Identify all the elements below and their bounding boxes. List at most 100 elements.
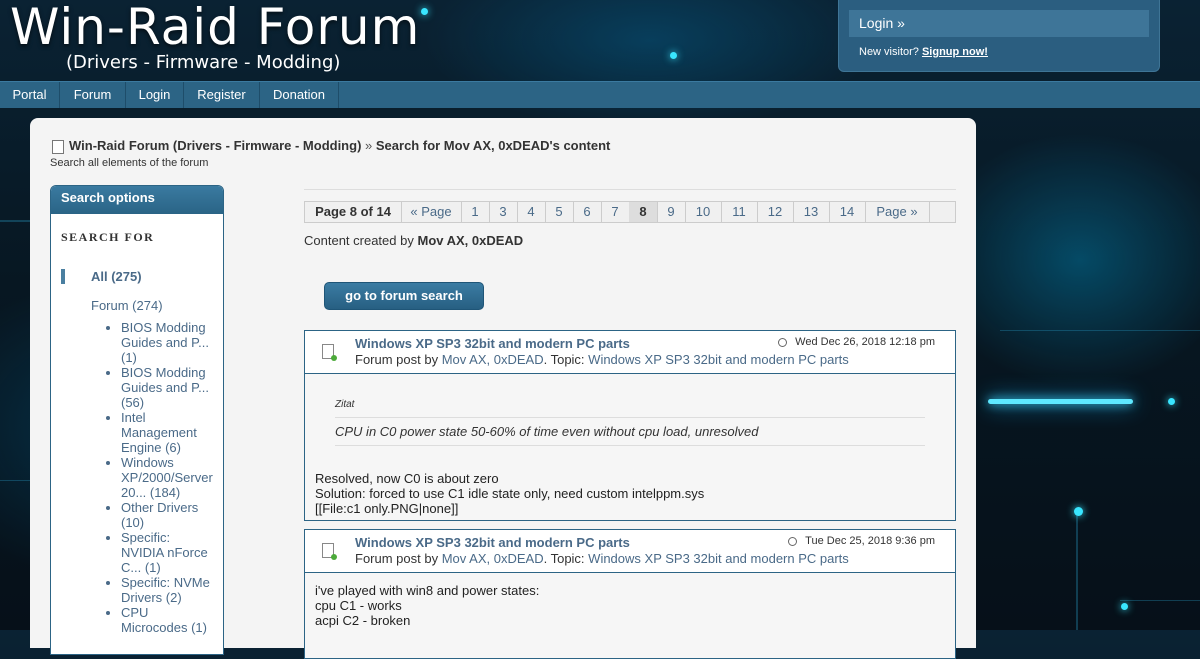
- page-description: Search all elements of the forum: [50, 157, 209, 169]
- page-link[interactable]: 11: [721, 202, 758, 222]
- breadcrumb-separator: »: [365, 138, 373, 153]
- nav-forum[interactable]: Forum: [60, 82, 126, 108]
- main-nav: Portal Forum Login Register Donation: [0, 81, 1200, 108]
- clock-icon: [788, 536, 798, 546]
- filter-item[interactable]: CPU Microcodes (1): [121, 605, 213, 635]
- nav-donation[interactable]: Donation: [260, 82, 339, 108]
- post-header: Windows XP SP3 32bit and modern PC parts…: [305, 530, 955, 573]
- post-date-text: Tue Dec 25, 2018 9:36 pm: [805, 535, 935, 547]
- search-result-post: Windows XP SP3 32bit and modern PC parts…: [304, 529, 956, 659]
- document-icon: [52, 140, 64, 154]
- page-current: 8: [629, 202, 658, 222]
- forum-filter-list: BIOS Modding Guides and P... (1) BIOS Mo…: [91, 320, 213, 635]
- post-meta: Forum post by Mov AX, 0xDEAD. Topic: Win…: [355, 551, 849, 566]
- nav-login[interactable]: Login: [126, 82, 184, 108]
- post-topic-link[interactable]: Windows XP SP3 32bit and modern PC parts: [588, 551, 849, 566]
- circuit-line: [1000, 330, 1200, 331]
- login-box: Login » New visitor? Signup now!: [838, 0, 1160, 72]
- post-line: cpu C1 - works: [315, 598, 402, 613]
- glow-line: [988, 399, 1133, 404]
- page-link[interactable]: 9: [657, 202, 686, 222]
- post-topic-link[interactable]: Windows XP SP3 32bit and modern PC parts: [588, 352, 849, 367]
- post-date: Wed Dec 26, 2018 12:18 pm: [778, 336, 935, 348]
- page-link[interactable]: 4: [517, 202, 546, 222]
- post-body: i've played with win8 and power states: …: [305, 573, 955, 638]
- post-body: Zitat CPU in C0 power state 50-60% of ti…: [305, 374, 955, 526]
- filter-item[interactable]: Specific: NVIDIA nForce C... (1): [121, 530, 213, 575]
- filter-item[interactable]: Windows XP/2000/Server 20... (184): [121, 455, 213, 500]
- breadcrumb-home[interactable]: Win-Raid Forum (Drivers - Firmware - Mod…: [69, 138, 361, 153]
- created-by-prefix: Content created by: [304, 233, 414, 248]
- post-line: i've played with win8 and power states:: [315, 583, 540, 598]
- divider: [304, 189, 956, 190]
- breadcrumb-current[interactable]: Search for Mov AX, 0xDEAD's content: [376, 138, 611, 153]
- post-title-link[interactable]: Windows XP SP3 32bit and modern PC parts: [355, 336, 630, 351]
- post-line: acpi C2 - broken: [315, 613, 411, 628]
- circuit-node: [1168, 398, 1175, 405]
- filter-item[interactable]: BIOS Modding Guides and P... (56): [121, 365, 213, 410]
- page-link[interactable]: 6: [573, 202, 602, 222]
- active-marker: [61, 269, 65, 284]
- breadcrumb: Win-Raid Forum (Drivers - Firmware - Mod…: [69, 138, 610, 153]
- post-by-prefix: Forum post by: [355, 352, 439, 367]
- filter-all[interactable]: All (275): [91, 269, 142, 284]
- created-by-author: Mov AX, 0xDEAD: [417, 233, 524, 248]
- post-topic-prefix: . Topic:: [543, 551, 585, 566]
- post-header: Windows XP SP3 32bit and modern PC parts…: [305, 331, 955, 374]
- quote-label: Zitat: [335, 399, 355, 410]
- page-info: Page 8 of 14: [305, 202, 402, 222]
- page-link[interactable]: 5: [545, 202, 574, 222]
- circuit-line: [1120, 600, 1200, 601]
- signup-link[interactable]: Signup now!: [922, 46, 988, 58]
- page-link[interactable]: 14: [829, 202, 866, 222]
- circuit-node: [670, 52, 677, 59]
- circuit-node: [1074, 507, 1083, 516]
- clock-icon: [778, 337, 788, 347]
- filter-forum[interactable]: Forum (274): [91, 298, 163, 313]
- post-icon: [322, 344, 337, 361]
- circuit-line: [1076, 510, 1078, 630]
- go-to-forum-search-button[interactable]: go to forum search: [324, 282, 484, 310]
- search-for-label: SEARCH FOR: [61, 230, 155, 244]
- filter-item[interactable]: Other Drivers (10): [121, 500, 213, 530]
- new-visitor-line: New visitor? Signup now!: [859, 46, 988, 58]
- pagination: Page 8 of 14 « Page 1 3 4 5 6 7 8 9 10 1…: [304, 201, 956, 223]
- search-options-panel: Search options SEARCH FOR All (275) Foru…: [50, 185, 224, 655]
- login-button[interactable]: Login »: [849, 10, 1149, 37]
- search-result-post: Windows XP SP3 32bit and modern PC parts…: [304, 330, 956, 521]
- post-line: Solution: forced to use C1 idle state on…: [315, 486, 705, 501]
- post-topic-prefix: . Topic:: [543, 352, 585, 367]
- page-next[interactable]: Page »: [865, 202, 930, 222]
- content-created-by: Content created by Mov AX, 0xDEAD: [304, 233, 523, 248]
- site-subtitle: (Drivers - Firmware - Modding): [66, 52, 341, 73]
- page-link[interactable]: 3: [489, 202, 518, 222]
- page-link[interactable]: 12: [757, 202, 794, 222]
- nav-portal[interactable]: Portal: [0, 82, 60, 108]
- filter-item[interactable]: BIOS Modding Guides and P... (1): [121, 320, 213, 365]
- page-link[interactable]: 13: [793, 202, 830, 222]
- post-date: Tue Dec 25, 2018 9:36 pm: [788, 535, 935, 547]
- post-meta: Forum post by Mov AX, 0xDEAD. Topic: Win…: [355, 352, 849, 367]
- post-date-text: Wed Dec 26, 2018 12:18 pm: [795, 336, 935, 348]
- filter-item[interactable]: Intel Management Engine (6): [121, 410, 213, 455]
- page-link[interactable]: 7: [601, 202, 630, 222]
- post-icon: [322, 543, 337, 560]
- page-link[interactable]: 10: [685, 202, 722, 222]
- new-visitor-text: New visitor?: [859, 46, 919, 58]
- filter-item[interactable]: Specific: NVMe Drivers (2): [121, 575, 213, 605]
- post-author-link[interactable]: Mov AX, 0xDEAD: [442, 551, 544, 566]
- quote-text: CPU in C0 power state 50-60% of time eve…: [335, 417, 925, 446]
- content-panel: Win-Raid Forum (Drivers - Firmware - Mod…: [30, 118, 976, 659]
- post-line: Resolved, now C0 is about zero: [315, 471, 499, 486]
- circuit-node: [1121, 603, 1128, 610]
- post-by-prefix: Forum post by: [355, 551, 439, 566]
- site-title[interactable]: Win-Raid Forum: [10, 0, 420, 56]
- post-author-link[interactable]: Mov AX, 0xDEAD: [442, 352, 544, 367]
- post-line: [[File:c1 only.PNG|none]]: [315, 501, 459, 516]
- circuit-node: [421, 8, 428, 15]
- post-title-link[interactable]: Windows XP SP3 32bit and modern PC parts: [355, 535, 630, 550]
- nav-register[interactable]: Register: [184, 82, 260, 108]
- page-prev[interactable]: « Page: [401, 202, 462, 222]
- search-options-title: Search options: [51, 186, 223, 214]
- page-link[interactable]: 1: [461, 202, 490, 222]
